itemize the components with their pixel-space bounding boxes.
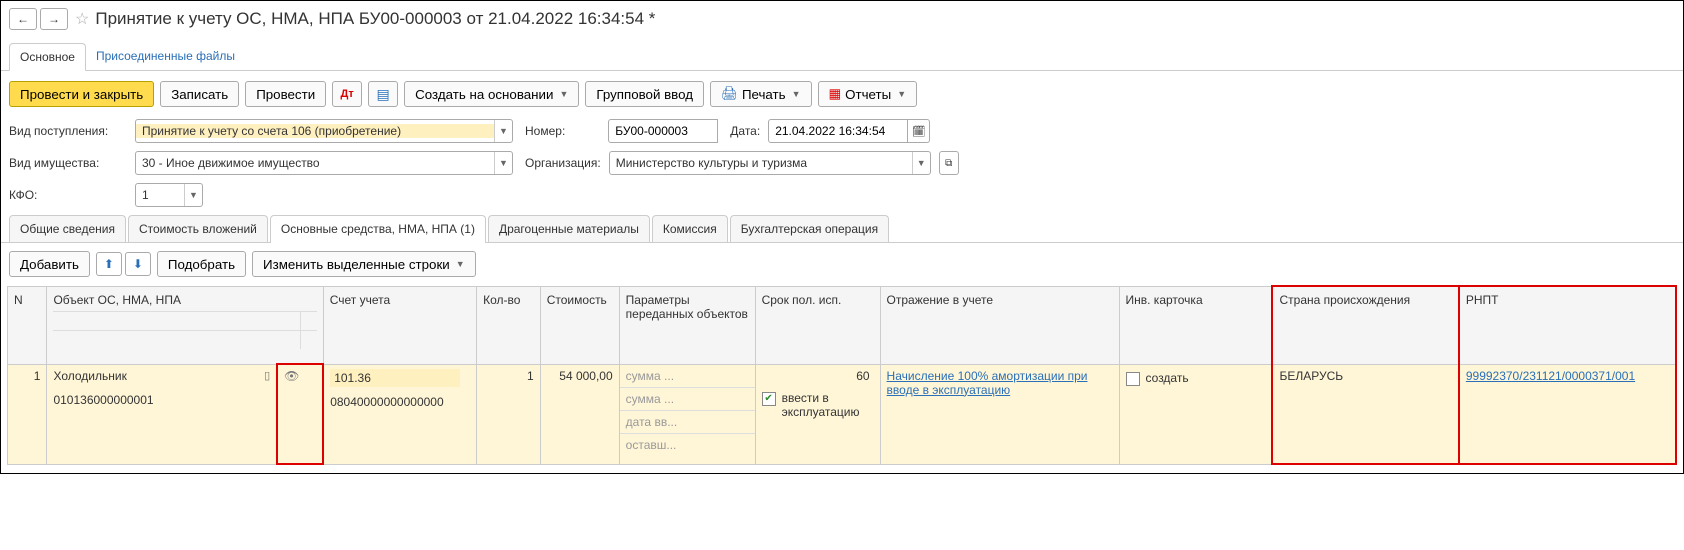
calendar-icon: 🗓: [912, 125, 926, 138]
cell-service-life[interactable]: 60 ✔ ввести в эксплуатацию: [755, 364, 880, 464]
edit-rows-button[interactable]: Изменить выделенные строки▼: [252, 251, 476, 277]
list-button[interactable]: ▤: [368, 81, 398, 107]
col-service-life: Срок пол. исп.: [755, 286, 880, 364]
property-type-label: Вид имущества:: [9, 156, 131, 170]
post-close-button[interactable]: Провести и закрыть: [9, 81, 154, 107]
assets-grid: N Объект ОС, НМА, НПА Счет учета Кол-во …: [7, 285, 1677, 465]
col-account: Счет учета: [323, 286, 476, 364]
reflection-link[interactable]: Начисление 100% амортизации при вводе в …: [887, 369, 1088, 397]
cell-n: 1: [8, 364, 47, 464]
create-based-button[interactable]: Создать на основании▼: [404, 81, 579, 107]
chevron-down-icon[interactable]: ▼: [912, 152, 930, 174]
page-title: Принятие к учету ОС, НМА, НПА БУ00-00000…: [95, 5, 655, 33]
property-type-select[interactable]: 30 - Иное движимое имущество ▼: [135, 151, 513, 175]
tab-precious[interactable]: Драгоценные материалы: [488, 215, 650, 242]
cell-reflection[interactable]: Начисление 100% амортизации при вводе в …: [880, 364, 1119, 464]
report-icon: ▦: [829, 86, 842, 102]
arrow-down-icon: ⬇: [133, 257, 143, 271]
title-bar: ← → ☆ Принятие к учету ОС, НМА, НПА БУ00…: [1, 1, 1683, 37]
col-rnpt: РНПТ: [1459, 286, 1676, 364]
org-open-button[interactable]: ⧉: [939, 151, 959, 175]
caret-down-icon: ▼: [559, 89, 568, 99]
date-label: Дата:: [730, 124, 760, 138]
nav-back-button[interactable]: ←: [9, 8, 37, 30]
chevron-down-icon[interactable]: ▼: [184, 184, 202, 206]
post-button[interactable]: Провести: [245, 81, 326, 107]
rnpt-link[interactable]: 99992370/231121/0000371/001: [1466, 369, 1635, 383]
grid-row[interactable]: 1 Холодильник▯ 010136000000001 👁 101.36 …: [8, 364, 1677, 464]
form-fields: Вид поступления: Принятие к учету со сче…: [1, 119, 1683, 207]
col-n: N: [8, 286, 47, 364]
save-button[interactable]: Записать: [160, 81, 239, 107]
caret-down-icon: ▼: [792, 89, 801, 99]
debit-credit-icon: Дт: [341, 88, 354, 100]
col-object: Объект ОС, НМА, НПА: [47, 286, 323, 364]
top-tabs: Основное Присоединенные файлы: [1, 37, 1683, 71]
open-icon: ⧉: [945, 158, 952, 169]
col-cost: Стоимость: [540, 286, 619, 364]
income-type-label: Вид поступления:: [9, 124, 131, 138]
cell-account[interactable]: 101.36 08040000000000000: [323, 364, 476, 464]
nav-forward-button[interactable]: →: [40, 8, 68, 30]
org-select[interactable]: Министерство культуры и туризма ▼: [609, 151, 931, 175]
tab-commission[interactable]: Комиссия: [652, 215, 728, 242]
cell-qty[interactable]: 1: [477, 364, 541, 464]
date-field[interactable]: [768, 119, 908, 143]
top-tab-main[interactable]: Основное: [9, 43, 86, 71]
kfo-select[interactable]: 1 ▼: [135, 183, 203, 207]
checkbox-commission[interactable]: ✔: [762, 392, 776, 406]
tab-accounting-op[interactable]: Бухгалтерская операция: [730, 215, 889, 242]
tab-investment-cost[interactable]: Стоимость вложений: [128, 215, 268, 242]
calendar-button[interactable]: 🗓: [908, 119, 930, 143]
cell-inv-card[interactable]: создать: [1119, 364, 1272, 464]
col-inv-card: Инв. карточка: [1119, 286, 1272, 364]
top-tab-files[interactable]: Присоединенные файлы: [86, 43, 245, 70]
org-label: Организация:: [525, 156, 601, 170]
col-params: Параметры переданных объектов: [619, 286, 755, 364]
grid-header-row: N Объект ОС, НМА, НПА Счет учета Кол-во …: [8, 286, 1677, 364]
section-tabs: Общие сведения Стоимость вложений Основн…: [1, 215, 1683, 243]
tab-fixed-assets[interactable]: Основные средства, НМА, НПА (1): [270, 215, 486, 242]
group-input-button[interactable]: Групповой ввод: [585, 81, 704, 107]
cell-country[interactable]: БЕЛАРУСЬ: [1272, 364, 1458, 464]
move-up-button[interactable]: ⬆: [96, 252, 122, 276]
cell-cost[interactable]: 54 000,00: [540, 364, 619, 464]
checkbox-create-card[interactable]: [1126, 372, 1140, 386]
chevron-down-icon[interactable]: ▼: [494, 152, 512, 174]
arrow-right-icon: →: [48, 12, 60, 26]
cell-mark[interactable]: 👁: [277, 364, 323, 464]
eye-icon: 👁: [284, 369, 299, 383]
income-type-select[interactable]: Принятие к учету со счета 106 (приобрете…: [135, 119, 513, 143]
dk-button[interactable]: Дт: [332, 81, 362, 107]
reports-button[interactable]: ▦ Отчеты▼: [818, 81, 918, 107]
grid-toolbar: Добавить ⬆ ⬇ Подобрать Изменить выделенн…: [1, 243, 1683, 285]
date-field-wrap: 🗓: [768, 119, 930, 143]
number-label: Номер:: [525, 124, 565, 138]
col-qty: Кол-во: [477, 286, 541, 364]
pick-button[interactable]: Подобрать: [157, 251, 246, 277]
cell-object[interactable]: Холодильник▯ 010136000000001: [47, 364, 277, 464]
tab-general[interactable]: Общие сведения: [9, 215, 126, 242]
kfo-label: КФО:: [9, 188, 131, 202]
col-reflection: Отражение в учете: [880, 286, 1119, 364]
printer-icon: 🖨: [721, 86, 738, 102]
list-icon: ▤: [377, 86, 390, 103]
print-button[interactable]: 🖨 Печать▼: [710, 81, 812, 107]
caret-down-icon: ▼: [456, 259, 465, 269]
cell-rnpt[interactable]: 99992370/231121/0000371/001: [1459, 364, 1676, 464]
document-icon: ▯: [264, 369, 270, 383]
cell-params[interactable]: сумма ... сумма ... дата вв... оставш...: [619, 364, 755, 464]
number-field[interactable]: [608, 119, 718, 143]
chevron-down-icon[interactable]: ▼: [494, 120, 512, 142]
star-icon[interactable]: ☆: [75, 9, 89, 29]
arrow-up-icon: ⬆: [104, 257, 114, 271]
main-toolbar: Провести и закрыть Записать Провести Дт …: [1, 81, 1683, 119]
arrow-left-icon: ←: [17, 12, 29, 26]
col-country: Страна происхождения: [1272, 286, 1458, 364]
add-row-button[interactable]: Добавить: [9, 251, 90, 277]
move-down-button[interactable]: ⬇: [125, 252, 151, 276]
caret-down-icon: ▼: [897, 89, 906, 99]
